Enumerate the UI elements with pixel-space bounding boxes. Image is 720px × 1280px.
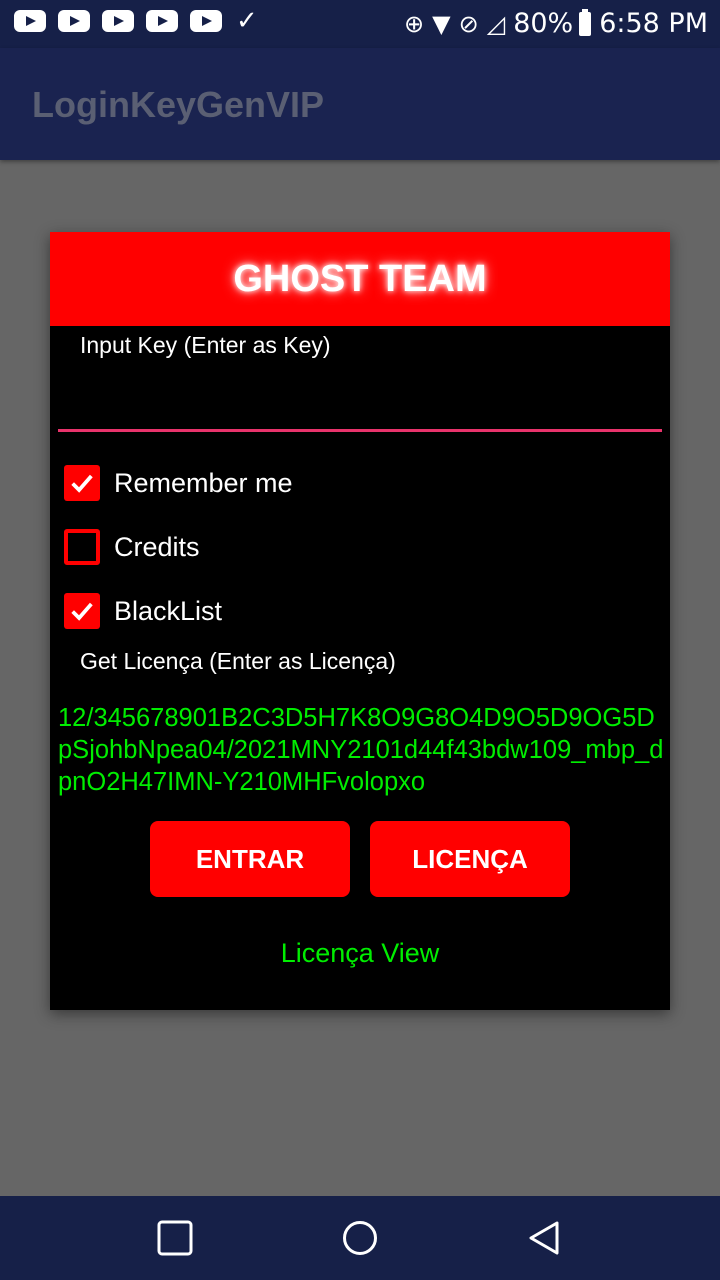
youtube-notification-icon (190, 10, 222, 32)
credits-checkbox[interactable]: Credits (64, 527, 200, 567)
signal-icon: ◿ (486, 9, 506, 38)
notification-icons: ✓ (14, 6, 258, 36)
youtube-notification-icon (102, 10, 134, 32)
key-input[interactable] (58, 362, 662, 432)
data-saver-icon: ⊕ (404, 9, 425, 38)
home-icon[interactable] (342, 1220, 378, 1256)
login-dialog: GHOST TEAM Input Key (Enter as Key) Reme… (50, 232, 670, 1010)
system-icons: ⊕ ▼ ⊘ ◿ 80% 6:58 PM (404, 8, 708, 39)
navigation-bar (0, 1196, 720, 1280)
dialog-title: GHOST TEAM (233, 258, 487, 300)
clock: 6:58 PM (599, 8, 708, 39)
youtube-notification-icon (14, 10, 46, 32)
checkbox-checked-icon[interactable] (64, 593, 100, 629)
youtube-notification-icon (146, 10, 178, 32)
checkbox-unchecked-icon[interactable] (64, 529, 100, 565)
wifi-icon: ▼ (432, 9, 451, 38)
back-icon[interactable] (527, 1220, 563, 1256)
battery-percent: 80% (513, 8, 574, 39)
licenca-value: 12/345678901B2C3D5H7K8O9G8O4D9O5D9OG5DpS… (58, 704, 664, 796)
remember-me-label: Remember me (114, 467, 293, 498)
licenca-button[interactable]: LICENÇA (370, 821, 570, 897)
dialog-header: GHOST TEAM (50, 232, 670, 326)
recents-icon[interactable] (157, 1220, 193, 1256)
licenca-label: Get Licença (Enter as Licença) (80, 648, 396, 674)
blacklist-checkbox[interactable]: BlackList (64, 591, 222, 631)
blacklist-label: BlackList (114, 595, 223, 626)
no-sim-icon: ⊘ (458, 9, 479, 38)
check-notification-icon: ✓ (236, 6, 258, 36)
battery-icon (579, 8, 592, 36)
checkbox-checked-icon[interactable] (64, 465, 100, 501)
app-bar: LoginKeyGenVIP (0, 48, 720, 160)
entrar-button[interactable]: ENTRAR (150, 821, 350, 897)
credits-label: Credits (114, 531, 200, 562)
licenca-view-link[interactable]: Licença View (50, 938, 670, 969)
youtube-notification-icon (58, 10, 90, 32)
app-title: LoginKeyGenVIP (32, 84, 325, 125)
status-bar: ✓ ⊕ ▼ ⊘ ◿ 80% 6:58 PM (0, 0, 720, 48)
key-input-label: Input Key (Enter as Key) (80, 332, 331, 358)
remember-me-checkbox[interactable]: Remember me (64, 463, 293, 503)
